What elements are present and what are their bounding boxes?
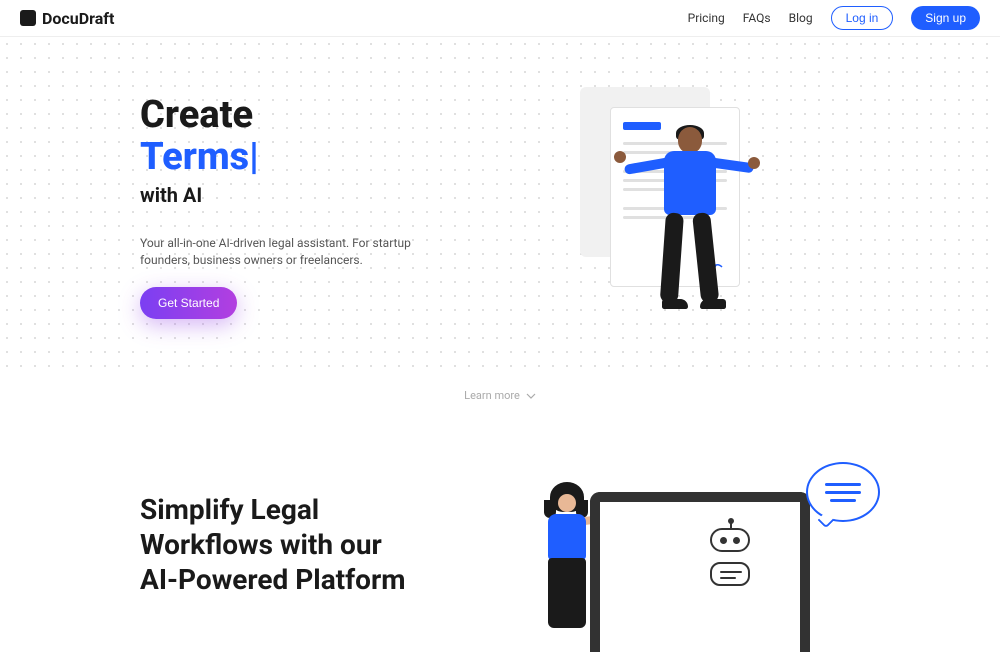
nav-blog[interactable]: Blog	[789, 11, 813, 25]
login-button[interactable]: Log in	[831, 6, 894, 30]
hero-title-line1: Create	[140, 95, 420, 137]
nav-faqs[interactable]: FAQs	[743, 11, 771, 25]
hero-subtitle: Your all-in-one AI-driven legal assistan…	[140, 235, 420, 270]
hero-title-animated: Terms|	[140, 137, 420, 179]
chevron-down-icon	[526, 391, 536, 401]
get-started-button[interactable]: Get Started	[140, 287, 237, 319]
top-nav: Pricing FAQs Blog Log in Sign up	[688, 6, 980, 30]
logo-icon	[20, 10, 36, 26]
learn-more-link[interactable]: Learn more	[0, 377, 1000, 422]
signup-button[interactable]: Sign up	[911, 6, 980, 30]
hero-illustration	[580, 87, 860, 347]
laptop-icon	[590, 492, 810, 652]
logo[interactable]: DocuDraft	[20, 9, 114, 28]
hero-title-line3: with AI	[140, 183, 420, 207]
hero-section: Create Terms| with AI Your all-in-one AI…	[0, 37, 1000, 377]
header: DocuDraft Pricing FAQs Blog Log in Sign …	[0, 0, 1000, 37]
brand-name: DocuDraft	[42, 9, 114, 28]
person-illustration	[608, 127, 768, 347]
features-title: Simplify Legal Workflows with our AI-Pow…	[140, 492, 420, 597]
robot-body-icon	[710, 562, 750, 586]
learn-more-label: Learn more	[464, 389, 520, 402]
features-section: Simplify Legal Workflows with our AI-Pow…	[0, 422, 1000, 642]
hero-copy: Create Terms| with AI Your all-in-one AI…	[140, 87, 420, 319]
speech-bubble-icon	[806, 462, 880, 522]
robot-head-icon	[710, 528, 750, 552]
nav-pricing[interactable]: Pricing	[688, 11, 725, 25]
features-illustration	[520, 492, 860, 642]
